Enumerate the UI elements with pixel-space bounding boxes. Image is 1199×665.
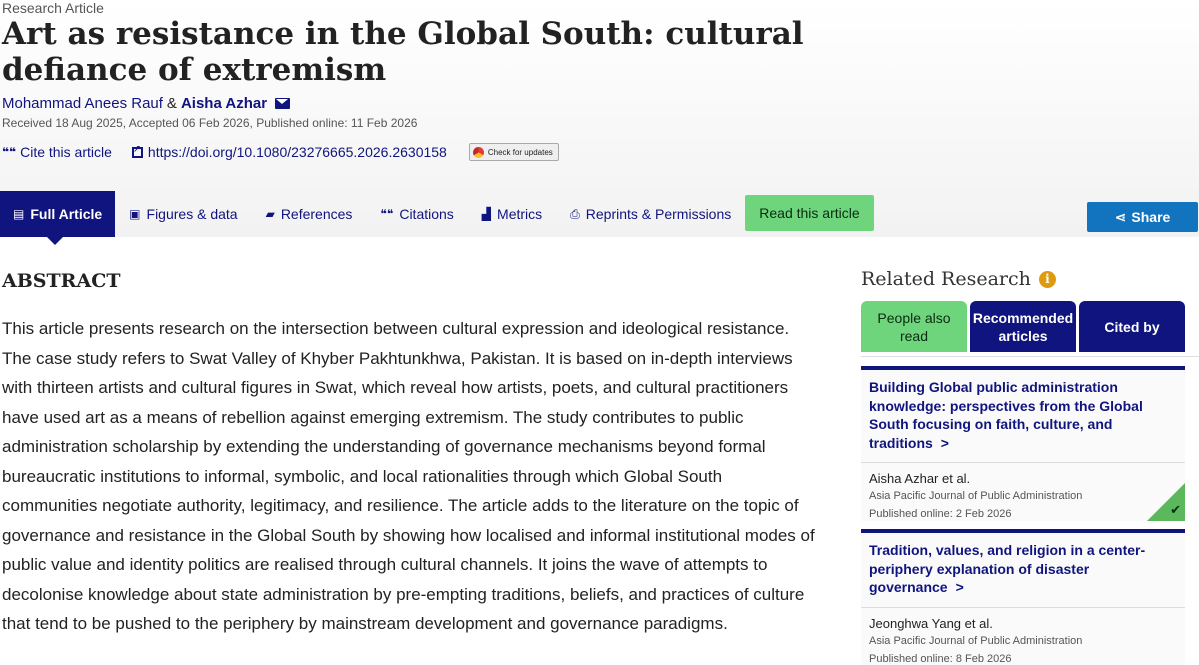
related-article-date: Published online: 2 Feb 2026 bbox=[869, 508, 1012, 520]
crossmark-icon bbox=[472, 146, 484, 158]
article-tabs: ▤ Full Article ▣ Figures & data ▰ Refere… bbox=[0, 191, 874, 245]
tab-full-article[interactable]: ▤ Full Article bbox=[0, 191, 116, 245]
quote-icon: ❝❝ bbox=[380, 207, 394, 221]
related-article-journal: Asia Pacific Journal of Public Administr… bbox=[869, 490, 1083, 502]
chevron-right-icon: > bbox=[940, 434, 949, 451]
related-tabs-divider bbox=[861, 356, 1199, 357]
tab-people-also-read[interactable]: People also read bbox=[861, 301, 967, 352]
check-for-updates-label: Check for updates bbox=[487, 147, 553, 157]
related-article-card: Tradition, values, and religion in a cen… bbox=[861, 529, 1185, 665]
related-article-date: Published online: 8 Feb 2026 bbox=[869, 652, 1012, 665]
related-article-card: Building Global public administration kn… bbox=[861, 366, 1185, 521]
book-icon: ▰ bbox=[265, 207, 275, 221]
tab-reprints-permissions[interactable]: ⎙ Reprints & Permissions bbox=[556, 191, 745, 237]
share-button[interactable]: ⋖ Share bbox=[1087, 202, 1198, 232]
tab-metrics[interactable]: ▟ Metrics bbox=[468, 191, 556, 237]
abstract-heading: ABSTRACT bbox=[2, 270, 121, 292]
read-this-article-button[interactable]: Read this article bbox=[745, 195, 874, 231]
chevron-right-icon: > bbox=[955, 579, 964, 595]
share-icon: ⋖ bbox=[1114, 208, 1127, 225]
checkmark-icon: ✔ bbox=[1170, 502, 1181, 517]
article-title: Art as resistance in the Global South: c… bbox=[2, 16, 804, 88]
external-link-icon bbox=[131, 144, 143, 158]
bar-chart-icon: ▟ bbox=[481, 207, 492, 221]
related-article-authors: Aisha Azhar et al. bbox=[869, 471, 971, 486]
related-research-tabs: People also read Recommended articles Ci… bbox=[861, 301, 1185, 352]
quote-icon: ❝❝ bbox=[2, 145, 17, 159]
related-research-heading: Related Research i bbox=[861, 268, 1056, 290]
tab-cited-by[interactable]: Cited by bbox=[1079, 301, 1185, 352]
author-link-rauf[interactable]: Mohammad Anees Rauf bbox=[2, 95, 163, 112]
tab-references[interactable]: ▰ References bbox=[252, 191, 367, 237]
author-link-azhar[interactable]: Aisha Azhar bbox=[181, 95, 267, 112]
article-type: Research Article bbox=[2, 0, 104, 16]
envelope-icon[interactable] bbox=[275, 98, 291, 109]
publication-dates: Received 18 Aug 2025, Accepted 06 Feb 20… bbox=[2, 116, 418, 130]
printer-icon: ⎙ bbox=[570, 206, 580, 221]
doi-link[interactable]: https://doi.org/10.1080/23276665.2026.26… bbox=[131, 144, 447, 160]
related-article-journal: Asia Pacific Journal of Public Administr… bbox=[869, 634, 1083, 647]
info-icon[interactable]: i bbox=[1038, 270, 1056, 288]
document-icon: ▤ bbox=[13, 207, 25, 221]
image-icon: ▣ bbox=[129, 207, 141, 221]
tab-recommended-articles[interactable]: Recommended articles bbox=[970, 301, 1076, 352]
cite-this-article-link[interactable]: Cite this article bbox=[20, 144, 112, 160]
check-for-updates-button[interactable]: Check for updates bbox=[468, 143, 559, 161]
related-article-title[interactable]: Building Global public administration kn… bbox=[861, 370, 1185, 452]
doi-text: https://doi.org/10.1080/23276665.2026.26… bbox=[147, 144, 447, 160]
related-article-authors: Jeonghwa Yang et al. bbox=[869, 615, 993, 631]
citation-row: ❝❝ Cite this article https://doi.org/10.… bbox=[2, 143, 559, 161]
tab-citations[interactable]: ❝❝ Citations bbox=[366, 191, 467, 237]
abstract-text: This article presents research on the in… bbox=[2, 319, 815, 633]
related-article-title[interactable]: Tradition, values, and religion in a cen… bbox=[861, 533, 1185, 597]
author-separator: & bbox=[166, 95, 177, 112]
tab-figures-data[interactable]: ▣ Figures & data bbox=[115, 191, 251, 237]
author-list: Mohammad Anees Rauf & Aisha Azhar bbox=[2, 95, 291, 112]
